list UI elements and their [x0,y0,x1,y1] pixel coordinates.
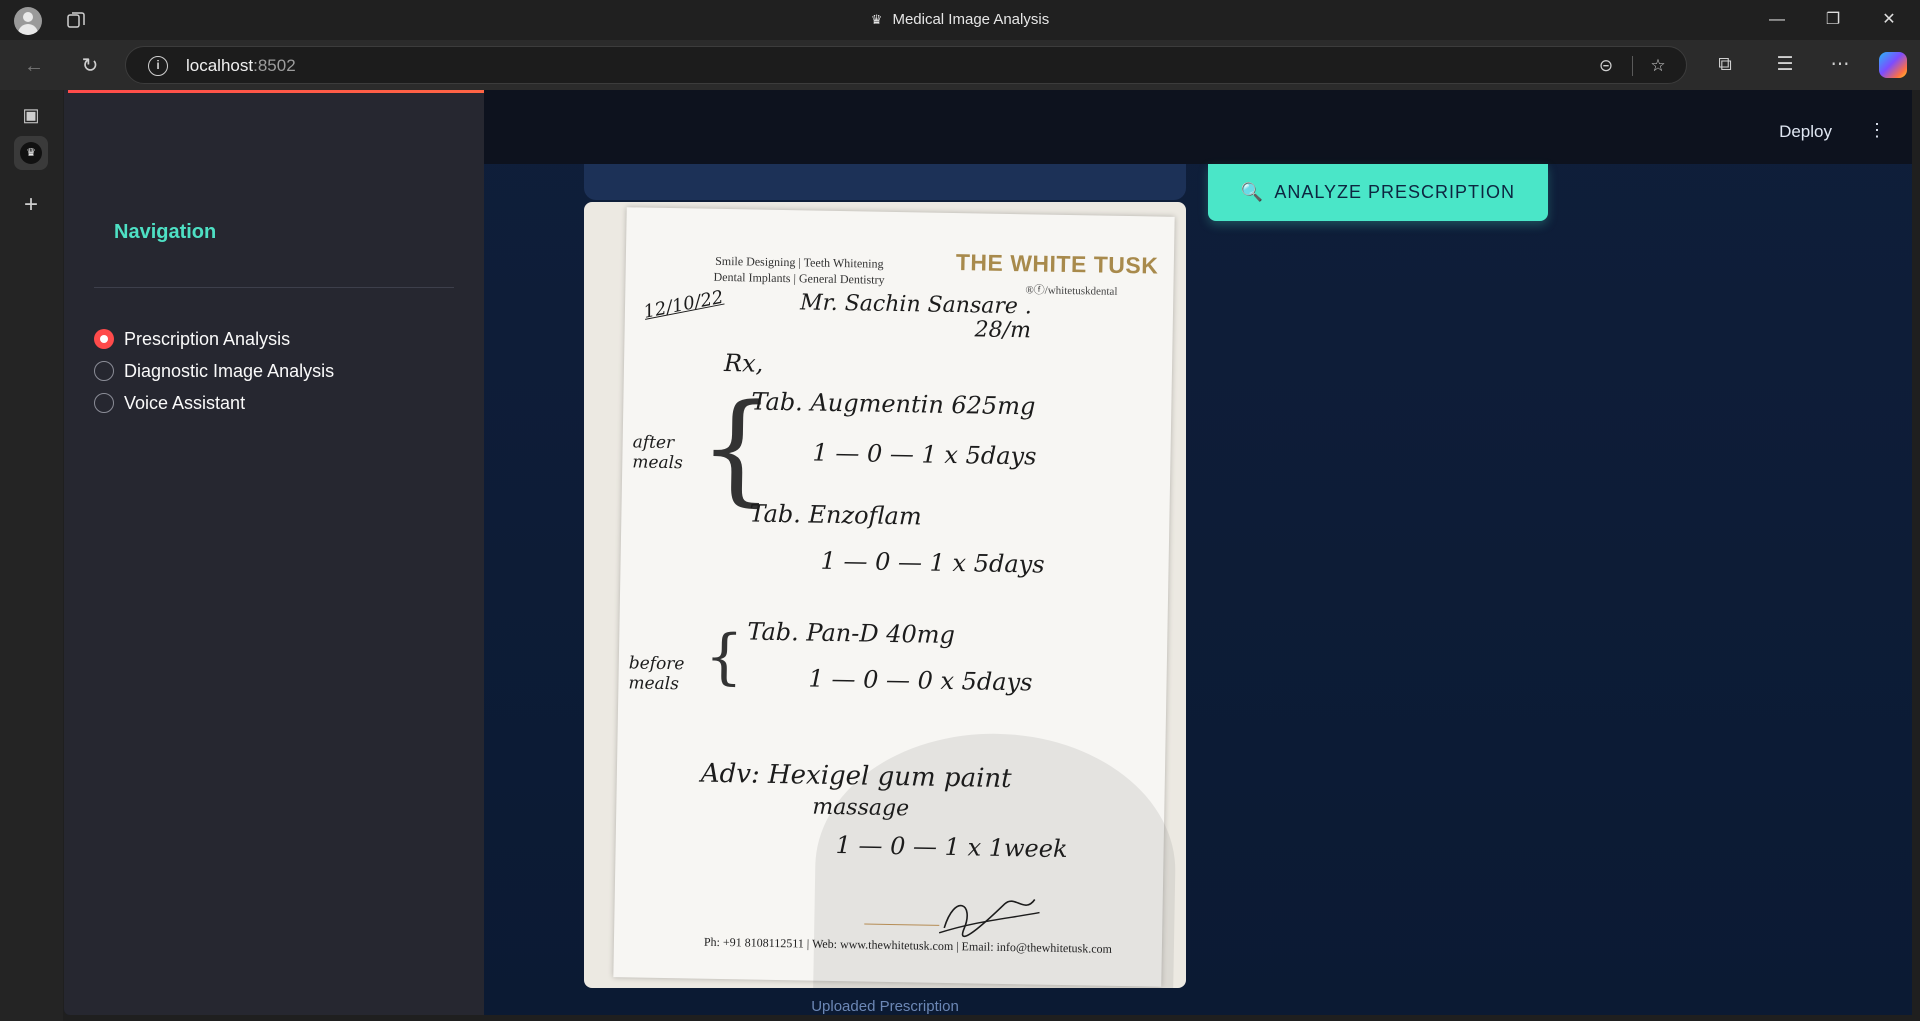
rx-date: 12/10/22 [641,286,726,323]
rx-dose-3: 1 — 0 — 0 x 5days [808,664,1033,697]
prescription-paper: Smile Designing | Teeth Whitening Dental… [613,207,1178,988]
page-viewport: Navigation Prescription Analysis Diagnos… [64,90,1912,1015]
address-toolbar: ← ↻ i localhost:8502 ⊝ ☆ ⧉ ☰ ⋯ [0,40,1920,90]
favorite-star-icon[interactable]: ☆ [1646,54,1670,78]
rx-dose-4: 1 — 0 — 1 x 1week [835,831,1068,864]
minimize-button[interactable]: — [1754,6,1800,34]
radio-unselected-icon[interactable] [94,393,114,413]
app-header: Deploy ⋮ [484,90,1912,164]
rx-after-meals: after meals [632,432,683,474]
address-bar[interactable]: i localhost:8502 ⊝ ☆ [125,46,1687,84]
site-info-icon[interactable]: i [148,56,168,76]
rx-before-meals: before meals [628,653,685,695]
main-menu-icon[interactable]: ⋮ [1868,120,1886,140]
image-caption: Uploaded Prescription [811,998,959,1015]
analyze-prescription-button[interactable]: 🔍 ANALYZE PRESCRIPTION [1208,164,1548,221]
rx-advice: Adv: Hexigel gum paint [700,758,1012,795]
title-bar: ♛ Medical Image Analysis — ❐ ✕ [0,0,1920,40]
rx-med-1: Tab. Augmentin 625mg [751,387,1036,421]
clinic-logo: THE WHITE TUSK [955,249,1159,279]
browser-side-strip: ▣ ♛ + [0,90,63,1021]
restore-button[interactable]: ❐ [1810,6,1856,34]
url-separator [1632,56,1633,76]
clinic-handle: ®ⓕ/whitetuskdental [1025,284,1118,298]
rx-dose-1: 1 — 0 — 1 x 5days [812,438,1037,471]
rx-advice-2: massage [812,794,910,822]
copilot-icon[interactable] [1879,52,1907,78]
divider [94,287,454,288]
more-menu-icon[interactable]: ⋯ [1825,50,1855,80]
radio-label[interactable]: Diagnostic Image Analysis [124,361,334,382]
close-window-button[interactable]: ✕ [1866,6,1912,34]
rx-patient: Mr. Sachin Sansare . [799,290,1033,320]
radio-label[interactable]: Voice Assistant [124,393,245,414]
radio-unselected-icon[interactable] [94,361,114,381]
rx-symbol: Rx, [723,349,764,378]
radio-label[interactable]: Prescription Analysis [124,329,290,350]
clinic-taglines: Smile Designing | Teeth Whitening Dental… [713,253,885,287]
sidebar: Navigation Prescription Analysis Diagnos… [64,90,484,1015]
analyze-button-label[interactable]: ANALYZE PRESCRIPTION [1274,182,1515,203]
radio-prescription-analysis[interactable]: Prescription Analysis [94,325,290,353]
file-uploader-bar[interactable] [584,164,1186,200]
brace-icon: { [704,621,744,693]
magnifier-icon: 🔍 [1240,182,1265,202]
favorites-icon[interactable]: ☰ [1770,50,1800,80]
radio-voice-assistant[interactable]: Voice Assistant [94,389,245,417]
crown-icon: ♛ [20,142,42,164]
back-arrow-icon[interactable]: ← [20,52,48,80]
navigation-title: Navigation [114,221,217,243]
tab-actions-icon[interactable]: ▣ [14,98,48,132]
active-tab-icon[interactable]: ♛ [14,136,48,170]
rx-med-3: Tab. Pan-D 40mg [747,617,956,650]
extensions-icon[interactable]: ⧉ [1710,50,1740,80]
reload-icon[interactable]: ↻ [76,52,104,80]
crown-icon: ♛ [870,12,883,27]
prescription-image: Smile Designing | Teeth Whitening Dental… [584,202,1186,988]
rx-med-2: Tab. Enzoflam [749,499,922,531]
doctor-signature [938,898,1040,938]
reading-mode-icon[interactable]: ⊝ [1594,54,1618,78]
window-title: ♛ Medical Image Analysis [870,11,1050,28]
deploy-button[interactable]: Deploy [1779,122,1832,142]
url-text[interactable]: localhost:8502 [186,56,296,76]
rx-dose-2: 1 — 0 — 1 x 5days [820,546,1045,579]
new-tab-icon[interactable]: + [14,188,48,222]
radio-diagnostic-image-analysis[interactable]: Diagnostic Image Analysis [94,357,334,385]
rx-age-sex: 28/m [974,317,1032,344]
radio-selected-icon[interactable] [94,329,114,349]
